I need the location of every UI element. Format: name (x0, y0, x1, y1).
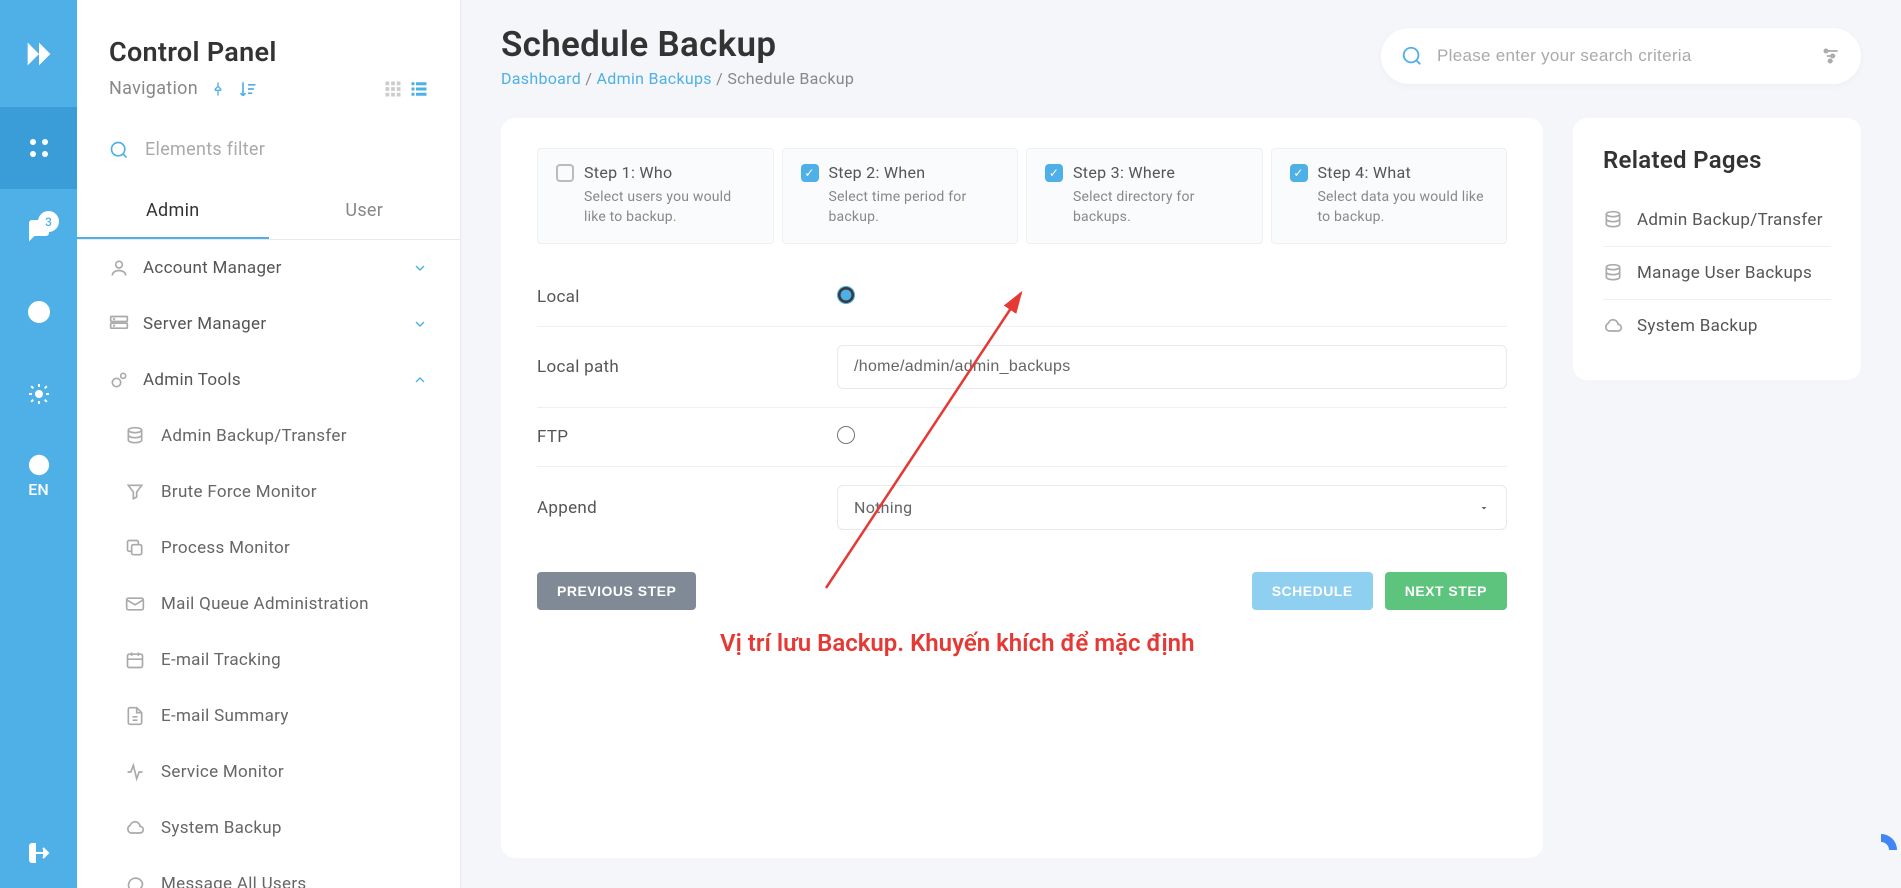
mail-icon (125, 594, 145, 614)
nav-service-monitor[interactable]: Service Monitor (77, 744, 460, 800)
local-radio[interactable] (837, 286, 855, 304)
database-icon (1603, 210, 1623, 230)
calendar-icon (125, 650, 145, 670)
tab-admin[interactable]: Admin (77, 184, 269, 239)
related-admin-backup[interactable]: Admin Backup/Transfer (1603, 194, 1831, 247)
nav-label: Navigation (109, 78, 198, 99)
checkbox-checked-icon: ✓ (1290, 164, 1308, 182)
pin-icon[interactable] (210, 81, 226, 97)
page-title: Schedule Backup (501, 24, 1349, 65)
iconbar-language[interactable]: EN (0, 435, 77, 517)
step-where[interactable]: ✓ Step 3: Where Select directory for bac… (1026, 148, 1263, 244)
copy-icon (125, 538, 145, 558)
append-label: Append (537, 498, 837, 518)
database-icon (1603, 263, 1623, 283)
previous-step-button[interactable]: PREVIOUS STEP (537, 572, 696, 610)
crumb-current: Schedule Backup (727, 69, 854, 88)
nav-admin-tools[interactable]: Admin Tools (77, 352, 460, 408)
cloud-icon (1603, 316, 1623, 336)
nav-brute-force[interactable]: Brute Force Monitor (77, 464, 460, 520)
sort-icon[interactable] (238, 79, 258, 99)
chevron-up-icon (412, 372, 428, 388)
crumb-admin-backups[interactable]: Admin Backups (597, 69, 712, 88)
sidebar: Control Panel Navigation Elements filter… (77, 0, 461, 888)
iconbar-logout[interactable] (0, 818, 77, 888)
nav-email-summary[interactable]: E-mail Summary (77, 688, 460, 744)
search-icon (109, 140, 129, 160)
iconbar-settings[interactable] (0, 353, 77, 435)
nav-server-manager[interactable]: Server Manager (77, 296, 460, 352)
step-what[interactable]: ✓ Step 4: What Select data you would lik… (1271, 148, 1508, 244)
local-label: Local (537, 287, 837, 307)
related-manage-user-backups[interactable]: Manage User Backups (1603, 247, 1831, 300)
filter-icon[interactable] (1821, 46, 1841, 66)
nav-process-monitor[interactable]: Process Monitor (77, 520, 460, 576)
checkbox-checked-icon: ✓ (801, 164, 819, 182)
search-box[interactable] (1381, 28, 1861, 84)
related-card: Related Pages Admin Backup/Transfer Mana… (1573, 118, 1861, 380)
checkbox-checked-icon: ✓ (1045, 164, 1063, 182)
chevron-down-icon (412, 260, 428, 276)
related-title: Related Pages (1603, 146, 1831, 174)
nav-email-tracking[interactable]: E-mail Tracking (77, 632, 460, 688)
nav-mail-queue[interactable]: Mail Queue Administration (77, 576, 460, 632)
iconbar-dashboard[interactable] (0, 107, 77, 189)
messages-badge: 3 (38, 211, 59, 232)
checkbox-unchecked-icon (556, 164, 574, 182)
server-icon (109, 314, 129, 334)
language-code: EN (28, 480, 48, 499)
local-path-input[interactable] (837, 345, 1507, 389)
filter-icon (125, 482, 145, 502)
breadcrumb: Dashboard / Admin Backups / Schedule Bac… (501, 69, 1349, 88)
chevron-down-icon (412, 316, 428, 332)
grid-view-icon[interactable] (384, 80, 402, 98)
crumb-dashboard[interactable]: Dashboard (501, 69, 581, 88)
main: Schedule Backup Dashboard / Admin Backup… (461, 0, 1901, 888)
append-select[interactable]: Nothing (837, 485, 1507, 530)
elements-filter[interactable]: Elements filter (77, 119, 460, 184)
search-icon (1401, 45, 1423, 67)
caret-down-icon (1478, 502, 1490, 514)
ftp-label: FTP (537, 427, 837, 447)
chat-icon (125, 874, 145, 888)
schedule-button[interactable]: SCHEDULE (1252, 572, 1373, 610)
cloud-icon (125, 818, 145, 838)
panel-title: Control Panel (109, 36, 428, 68)
logo-icon[interactable] (0, 0, 77, 107)
nav-account-manager[interactable]: Account Manager (77, 240, 460, 296)
search-input[interactable] (1437, 46, 1807, 66)
iconbar-user[interactable] (0, 271, 77, 353)
list-view-icon[interactable] (410, 80, 428, 98)
document-icon (125, 706, 145, 726)
database-icon (125, 426, 145, 446)
form-card: Step 1: Who Select users you would like … (501, 118, 1543, 858)
step-who[interactable]: Step 1: Who Select users you would like … (537, 148, 774, 244)
related-system-backup[interactable]: System Backup (1603, 300, 1831, 352)
iconbar: 3 EN (0, 0, 77, 888)
nav-admin-backup-transfer[interactable]: Admin Backup/Transfer (77, 408, 460, 464)
nav-system-backup[interactable]: System Backup (77, 800, 460, 856)
recaptcha-badge (1861, 830, 1901, 870)
nav-message-all[interactable]: Message All Users (77, 856, 460, 888)
gear-icon (109, 370, 129, 390)
filter-placeholder: Elements filter (145, 139, 265, 160)
user-icon (109, 258, 129, 278)
ftp-radio[interactable] (837, 426, 855, 444)
step-when[interactable]: ✓ Step 2: When Select time period for ba… (782, 148, 1019, 244)
local-path-label: Local path (537, 357, 837, 377)
next-step-button[interactable]: NEXT STEP (1385, 572, 1507, 610)
steps-row: Step 1: Who Select users you would like … (537, 148, 1507, 244)
iconbar-messages[interactable]: 3 (0, 189, 77, 271)
tab-user[interactable]: User (269, 184, 461, 239)
activity-icon (125, 762, 145, 782)
